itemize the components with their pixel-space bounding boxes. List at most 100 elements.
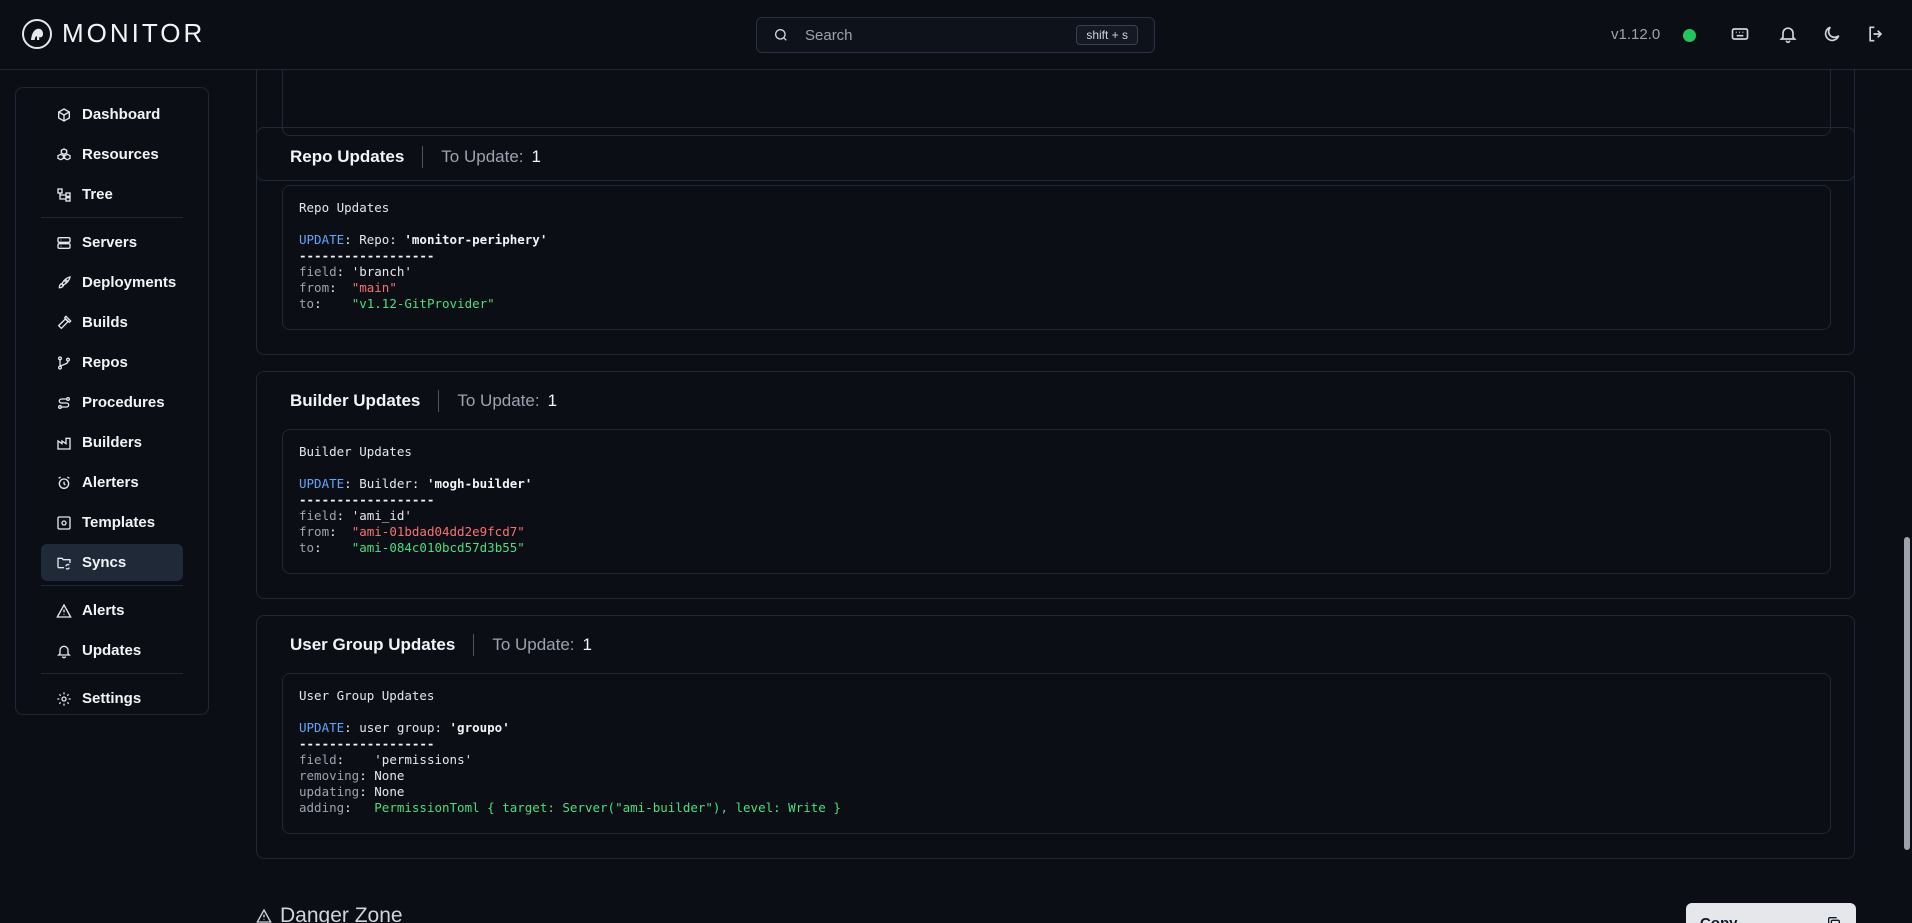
sidebar-item-builders[interactable]: Builders — [41, 424, 183, 461]
moon-icon[interactable] — [1822, 24, 1842, 44]
copy-button[interactable]: Copy — [1686, 903, 1856, 923]
danger-zone-heading: Danger Zone — [256, 904, 403, 923]
code-title: Repo Updates — [299, 200, 390, 215]
sidebar-item-label: Alerters — [82, 474, 139, 491]
removing-label: removing — [299, 768, 360, 783]
page-scrollbar[interactable] — [1904, 537, 1910, 850]
route-icon — [58, 396, 70, 409]
field-value: 'branch' — [351, 264, 412, 279]
hammer-icon — [57, 314, 72, 329]
server-icon — [57, 236, 71, 249]
from-label: from — [299, 280, 330, 295]
folder-sync-icon — [57, 557, 71, 570]
sidebar-item-templates[interactable]: Templates — [41, 504, 183, 541]
update-target-name: 'groupo' — [449, 720, 510, 735]
code-title: Builder Updates — [299, 444, 412, 459]
sidebar-item-label: Dashboard — [82, 106, 161, 123]
repo-updates-code: Repo Updates UPDATE: Repo: 'monitor-peri… — [282, 185, 1831, 330]
copy-icon — [1828, 917, 1840, 923]
sidebar-item-label: Resources — [82, 146, 159, 163]
box-icon — [58, 107, 70, 122]
search-placeholder: Search — [805, 26, 853, 44]
sidebar-item-builds[interactable]: Builds — [41, 304, 183, 341]
to-update-count: 1 — [582, 635, 593, 654]
to-label: to — [299, 540, 315, 555]
sidebar-item-deployments[interactable]: Deployments — [41, 264, 183, 301]
sidebar-item-label: Settings — [82, 690, 142, 707]
sidebar-item-tree[interactable]: Tree — [41, 176, 183, 213]
updating-value: None — [374, 784, 405, 799]
rocket-icon — [58, 275, 71, 288]
alert-triangle-icon — [56, 603, 72, 618]
boxes-icon — [57, 147, 71, 160]
sidebar: Dashboard Resources Tree Servers Deploym… — [15, 87, 209, 715]
sidebar-item-alerts[interactable]: Alerts — [41, 592, 183, 629]
builder-updates-card: Builder Updates To Update: 1 Builder Upd… — [256, 371, 1855, 599]
brand-name: MONITOR — [62, 18, 206, 48]
sidebar-item-updates[interactable]: Updates — [41, 632, 183, 669]
sidebar-item-label: Servers — [82, 234, 138, 251]
card-title: Repo Updates — [290, 147, 405, 166]
card-title: Builder Updates — [290, 391, 421, 410]
code-title: User Group Updates — [299, 688, 435, 703]
sidebar-divider — [41, 217, 183, 218]
header-divider — [422, 146, 424, 168]
to-value: "ami-084c010bcd57d3b55" — [351, 540, 525, 555]
code-rule: ------------------ — [299, 248, 435, 263]
update-keyword: UPDATE — [299, 476, 345, 491]
sidebar-item-settings[interactable]: Settings — [41, 680, 183, 717]
sidebar-item-label: Templates — [82, 514, 156, 531]
removing-value: None — [374, 768, 405, 783]
search-input[interactable]: Search shift + s — [756, 17, 1155, 53]
monitor-logo-icon — [22, 18, 52, 49]
from-value: "main" — [351, 280, 397, 295]
top-bar: MONITOR Search shift + s v1.12.0 — [0, 0, 1912, 70]
brand[interactable]: MONITOR — [22, 18, 205, 49]
sidebar-item-label: Builds — [82, 314, 128, 331]
sidebar-item-syncs[interactable]: Syncs — [41, 544, 183, 581]
adding-label: adding — [299, 800, 345, 815]
sidebar-divider — [41, 673, 183, 674]
sidebar-item-alerters[interactable]: Alerters — [41, 464, 183, 501]
sidebar-item-label: Builders — [82, 434, 143, 451]
copy-button-label: Copy — [1700, 914, 1738, 923]
updating-label: updating — [299, 784, 360, 799]
code-rule: ------------------ — [299, 492, 435, 507]
update-target-name: 'monitor-periphery' — [404, 232, 548, 247]
git-branch-icon — [58, 355, 70, 370]
search-icon — [775, 29, 787, 41]
tree-icon — [57, 187, 71, 202]
card-title: User Group Updates — [290, 635, 456, 654]
main-content: Repo Updates To Update: 1 Repo Updates U… — [256, 70, 1856, 923]
sidebar-item-dashboard[interactable]: Dashboard — [41, 96, 183, 133]
search-shortcut: shift + s — [1076, 25, 1138, 45]
update-target-name: 'mogh-builder' — [426, 476, 533, 491]
sidebar-item-label: Procedures — [82, 394, 165, 411]
builder-updates-code: Builder Updates UPDATE: Builder: 'mogh-b… — [282, 429, 1831, 574]
to-update-label: To Update: — [441, 147, 524, 166]
template-icon — [57, 515, 71, 530]
user-group-updates-code: User Group Updates UPDATE: user group: '… — [282, 673, 1831, 834]
logout-icon[interactable] — [1866, 24, 1886, 44]
keyboard-icon[interactable] — [1730, 24, 1750, 44]
alarm-icon — [58, 475, 70, 489]
sidebar-item-procedures[interactable]: Procedures — [41, 384, 183, 421]
to-update-count: 1 — [547, 391, 558, 410]
from-value: "ami-01bdad04dd2e9fcd7" — [351, 524, 525, 539]
factory-icon — [57, 437, 71, 450]
sidebar-divider — [41, 585, 183, 586]
sidebar-item-servers[interactable]: Servers — [41, 224, 183, 261]
connection-status-icon — [1683, 29, 1696, 42]
bell-icon[interactable] — [1778, 24, 1798, 44]
bell-icon — [57, 645, 71, 658]
sidebar-item-resources[interactable]: Resources — [41, 136, 183, 173]
update-target-prefix: : Repo: — [344, 232, 405, 247]
sidebar-item-label: Alerts — [82, 602, 125, 619]
sidebar-item-label: Updates — [82, 642, 142, 659]
update-target-prefix: : Builder: — [344, 476, 427, 491]
sidebar-item-label: Repos — [82, 354, 128, 371]
header-divider — [473, 634, 475, 656]
code-rule: ------------------ — [299, 736, 435, 751]
sidebar-item-repos[interactable]: Repos — [41, 344, 183, 381]
header-divider — [438, 390, 440, 412]
